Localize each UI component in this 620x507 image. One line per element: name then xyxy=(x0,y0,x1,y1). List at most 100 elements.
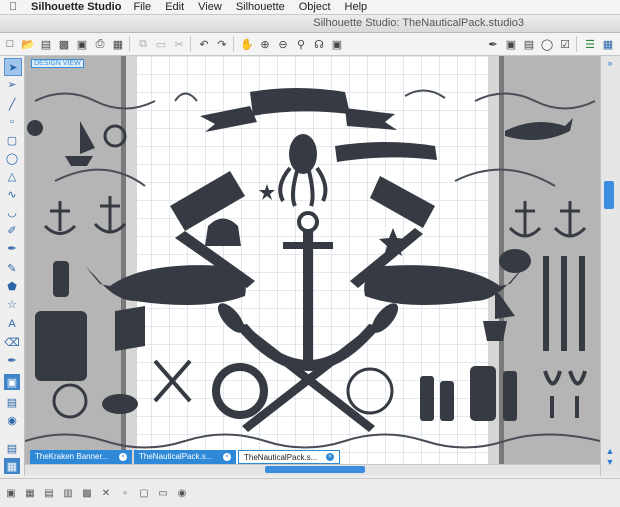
menu-edit[interactable]: Edit xyxy=(165,1,184,13)
arc-tool-icon[interactable]: ◡ xyxy=(4,204,20,220)
save-icon[interactable]: ▩ xyxy=(56,36,72,52)
app-name-menu[interactable]: Silhouette Studio xyxy=(31,1,121,13)
eraser-tool-icon[interactable]: ⌫ xyxy=(4,334,20,350)
close-tab-icon[interactable]: × xyxy=(223,453,231,461)
ellipse-tool-icon[interactable]: ◯ xyxy=(4,150,20,166)
design-artwork xyxy=(25,56,600,464)
horizontal-scrollbar[interactable] xyxy=(25,464,600,475)
design-view-icon[interactable]: ▣ xyxy=(4,374,20,390)
paste-icon[interactable]: ▭ xyxy=(153,36,169,52)
toolbar-divider xyxy=(233,36,234,52)
scroll-up-icon[interactable]: ▲ xyxy=(604,446,616,456)
close-tab-icon[interactable]: × xyxy=(326,453,334,461)
trace-icon[interactable]: ◉ xyxy=(174,485,190,501)
zoom-out-icon[interactable]: ⊖ xyxy=(275,36,291,52)
tab-nautical-pack[interactable]: TheNauticalPack.s... × xyxy=(134,450,236,464)
oar-shape xyxy=(579,256,585,351)
design-page-settings-icon[interactable]: ▣ xyxy=(503,36,519,52)
bottom-toolbar: ▣ ▦ ▤ ▥ ▩ ✕ ▫ ▢ ▭ ◉ xyxy=(0,478,620,507)
expand-panel-icon[interactable]: » xyxy=(604,58,616,68)
menu-silhouette[interactable]: Silhouette xyxy=(236,1,285,13)
oar-shape xyxy=(561,256,567,351)
anchor-stock xyxy=(283,242,333,249)
menu-file[interactable]: File xyxy=(133,1,151,13)
rectangle-tool-icon[interactable]: ▫ xyxy=(4,114,20,130)
menu-object[interactable]: Object xyxy=(299,1,331,13)
select-by-color-icon[interactable]: ▦ xyxy=(22,485,38,501)
duplicate-icon[interactable]: ▫ xyxy=(117,485,133,501)
eraser-icon[interactable]: ✒ xyxy=(485,36,501,52)
rounded-rectangle-icon[interactable]: ▢ xyxy=(4,132,20,148)
select-all-icon[interactable]: ▣ xyxy=(3,485,19,501)
copy-icon[interactable]: ⧉ xyxy=(135,36,151,52)
scroll-down-icon[interactable]: ▼ xyxy=(604,457,616,467)
text-tool-icon[interactable]: A xyxy=(4,316,20,332)
jar-shape xyxy=(470,366,496,421)
bottle-shape xyxy=(420,376,434,421)
grid-icon[interactable]: ▦ xyxy=(600,36,616,52)
window-title: Silhouette Studio: TheNauticalPack.studi… xyxy=(313,17,524,29)
release-compound-icon[interactable]: ✕ xyxy=(98,485,114,501)
compound-path-icon[interactable]: ▩ xyxy=(79,485,95,501)
octopus-shape xyxy=(289,134,317,174)
tab-kraken-banner[interactable]: TheKraken Banner... × xyxy=(30,450,132,464)
toolbar-divider xyxy=(129,36,130,52)
online-store-icon[interactable]: ◉ xyxy=(4,412,20,428)
replicate-icon[interactable]: ▢ xyxy=(136,485,152,501)
library-view-icon[interactable]: ▤ xyxy=(4,394,20,410)
cut-icon[interactable]: ✂ xyxy=(171,36,187,52)
panel-toggle-icon[interactable]: ▤ xyxy=(4,440,20,456)
design-canvas[interactable]: DESIGN VIEW xyxy=(25,56,600,464)
cut-settings-icon[interactable]: ▤ xyxy=(521,36,537,52)
document-tabs: TheKraken Banner... × TheNauticalPack.s.… xyxy=(30,450,342,464)
group-icon[interactable]: ▤ xyxy=(41,485,57,501)
open-recent-icon[interactable]: ▤ xyxy=(38,36,54,52)
tab-nautical-pack-active[interactable]: TheNauticalPack.s... × xyxy=(238,450,340,464)
freehand-tool-icon[interactable]: ✐ xyxy=(4,222,20,238)
horizontal-scroll-thumb[interactable] xyxy=(265,466,365,473)
undo-icon[interactable]: ↶ xyxy=(196,36,212,52)
line-tool-icon[interactable]: ╱ xyxy=(4,96,20,112)
library-icon[interactable]: ☑ xyxy=(557,36,573,52)
new-document-icon[interactable]: □ xyxy=(2,36,18,52)
menu-view[interactable]: View xyxy=(198,1,222,13)
offset-icon[interactable]: ▭ xyxy=(155,485,171,501)
grid-view-icon[interactable]: ▦ xyxy=(4,458,20,474)
send-to-silhouette-icon[interactable]: ◯ xyxy=(539,36,555,52)
star-shape-icon[interactable]: ☆ xyxy=(4,296,20,312)
vertical-scrollbar[interactable]: » ▲ ▼ xyxy=(600,56,620,476)
select-tool-icon[interactable]: ➤ xyxy=(4,58,22,76)
buoy-shape xyxy=(27,120,43,136)
scroll-thumb[interactable] xyxy=(604,181,614,209)
redo-icon[interactable]: ↷ xyxy=(214,36,230,52)
shell-shape xyxy=(499,249,531,273)
apple-icon[interactable]:  xyxy=(9,1,23,13)
close-tab-icon[interactable]: × xyxy=(119,453,127,461)
polygon-tool-icon[interactable]: △ xyxy=(4,168,20,184)
polygon-shape-icon[interactable]: ⬟ xyxy=(4,278,20,294)
print-icon[interactable]: ⎙ xyxy=(92,36,108,52)
menu-help[interactable]: Help xyxy=(345,1,368,13)
edit-points-icon[interactable]: ➢ xyxy=(4,76,20,92)
tab-label: TheNauticalPack.s... xyxy=(244,453,318,462)
design-view-badge: DESIGN VIEW xyxy=(31,59,84,68)
pen-tool-icon[interactable]: ✎ xyxy=(4,260,20,276)
toolbar-divider xyxy=(190,36,191,52)
oar-shape xyxy=(543,256,549,351)
tab-label: TheNauticalPack.s... xyxy=(139,452,213,461)
scroll-shape xyxy=(35,311,87,381)
zoom-in-icon[interactable]: ⊕ xyxy=(257,36,273,52)
pan-icon[interactable]: ✋ xyxy=(239,36,255,52)
zoom-select-icon[interactable]: ⚲ xyxy=(293,36,309,52)
tool-panel: ➤ ➢ ╱ ▫ ▢ ◯ △ ∿ ◡ ✐ ✒ ✎ ⬟ ☆ A ⌫ ✒ ▣ ▤ ◉ … xyxy=(0,56,25,476)
curve-tool-icon[interactable]: ∿ xyxy=(4,186,20,202)
menu-icon[interactable]: ☰ xyxy=(582,36,598,52)
knife-tool-icon[interactable]: ✒ xyxy=(4,352,20,368)
drag-zoom-icon[interactable]: ☊ xyxy=(311,36,327,52)
save-as-icon[interactable]: ▣ xyxy=(74,36,90,52)
smooth-freehand-icon[interactable]: ✒ xyxy=(4,240,20,256)
open-icon[interactable]: 📂 xyxy=(20,36,36,52)
fit-to-page-icon[interactable]: ▣ xyxy=(329,36,345,52)
print-cut-icon[interactable]: ▦ xyxy=(110,36,126,52)
ungroup-icon[interactable]: ▥ xyxy=(60,485,76,501)
